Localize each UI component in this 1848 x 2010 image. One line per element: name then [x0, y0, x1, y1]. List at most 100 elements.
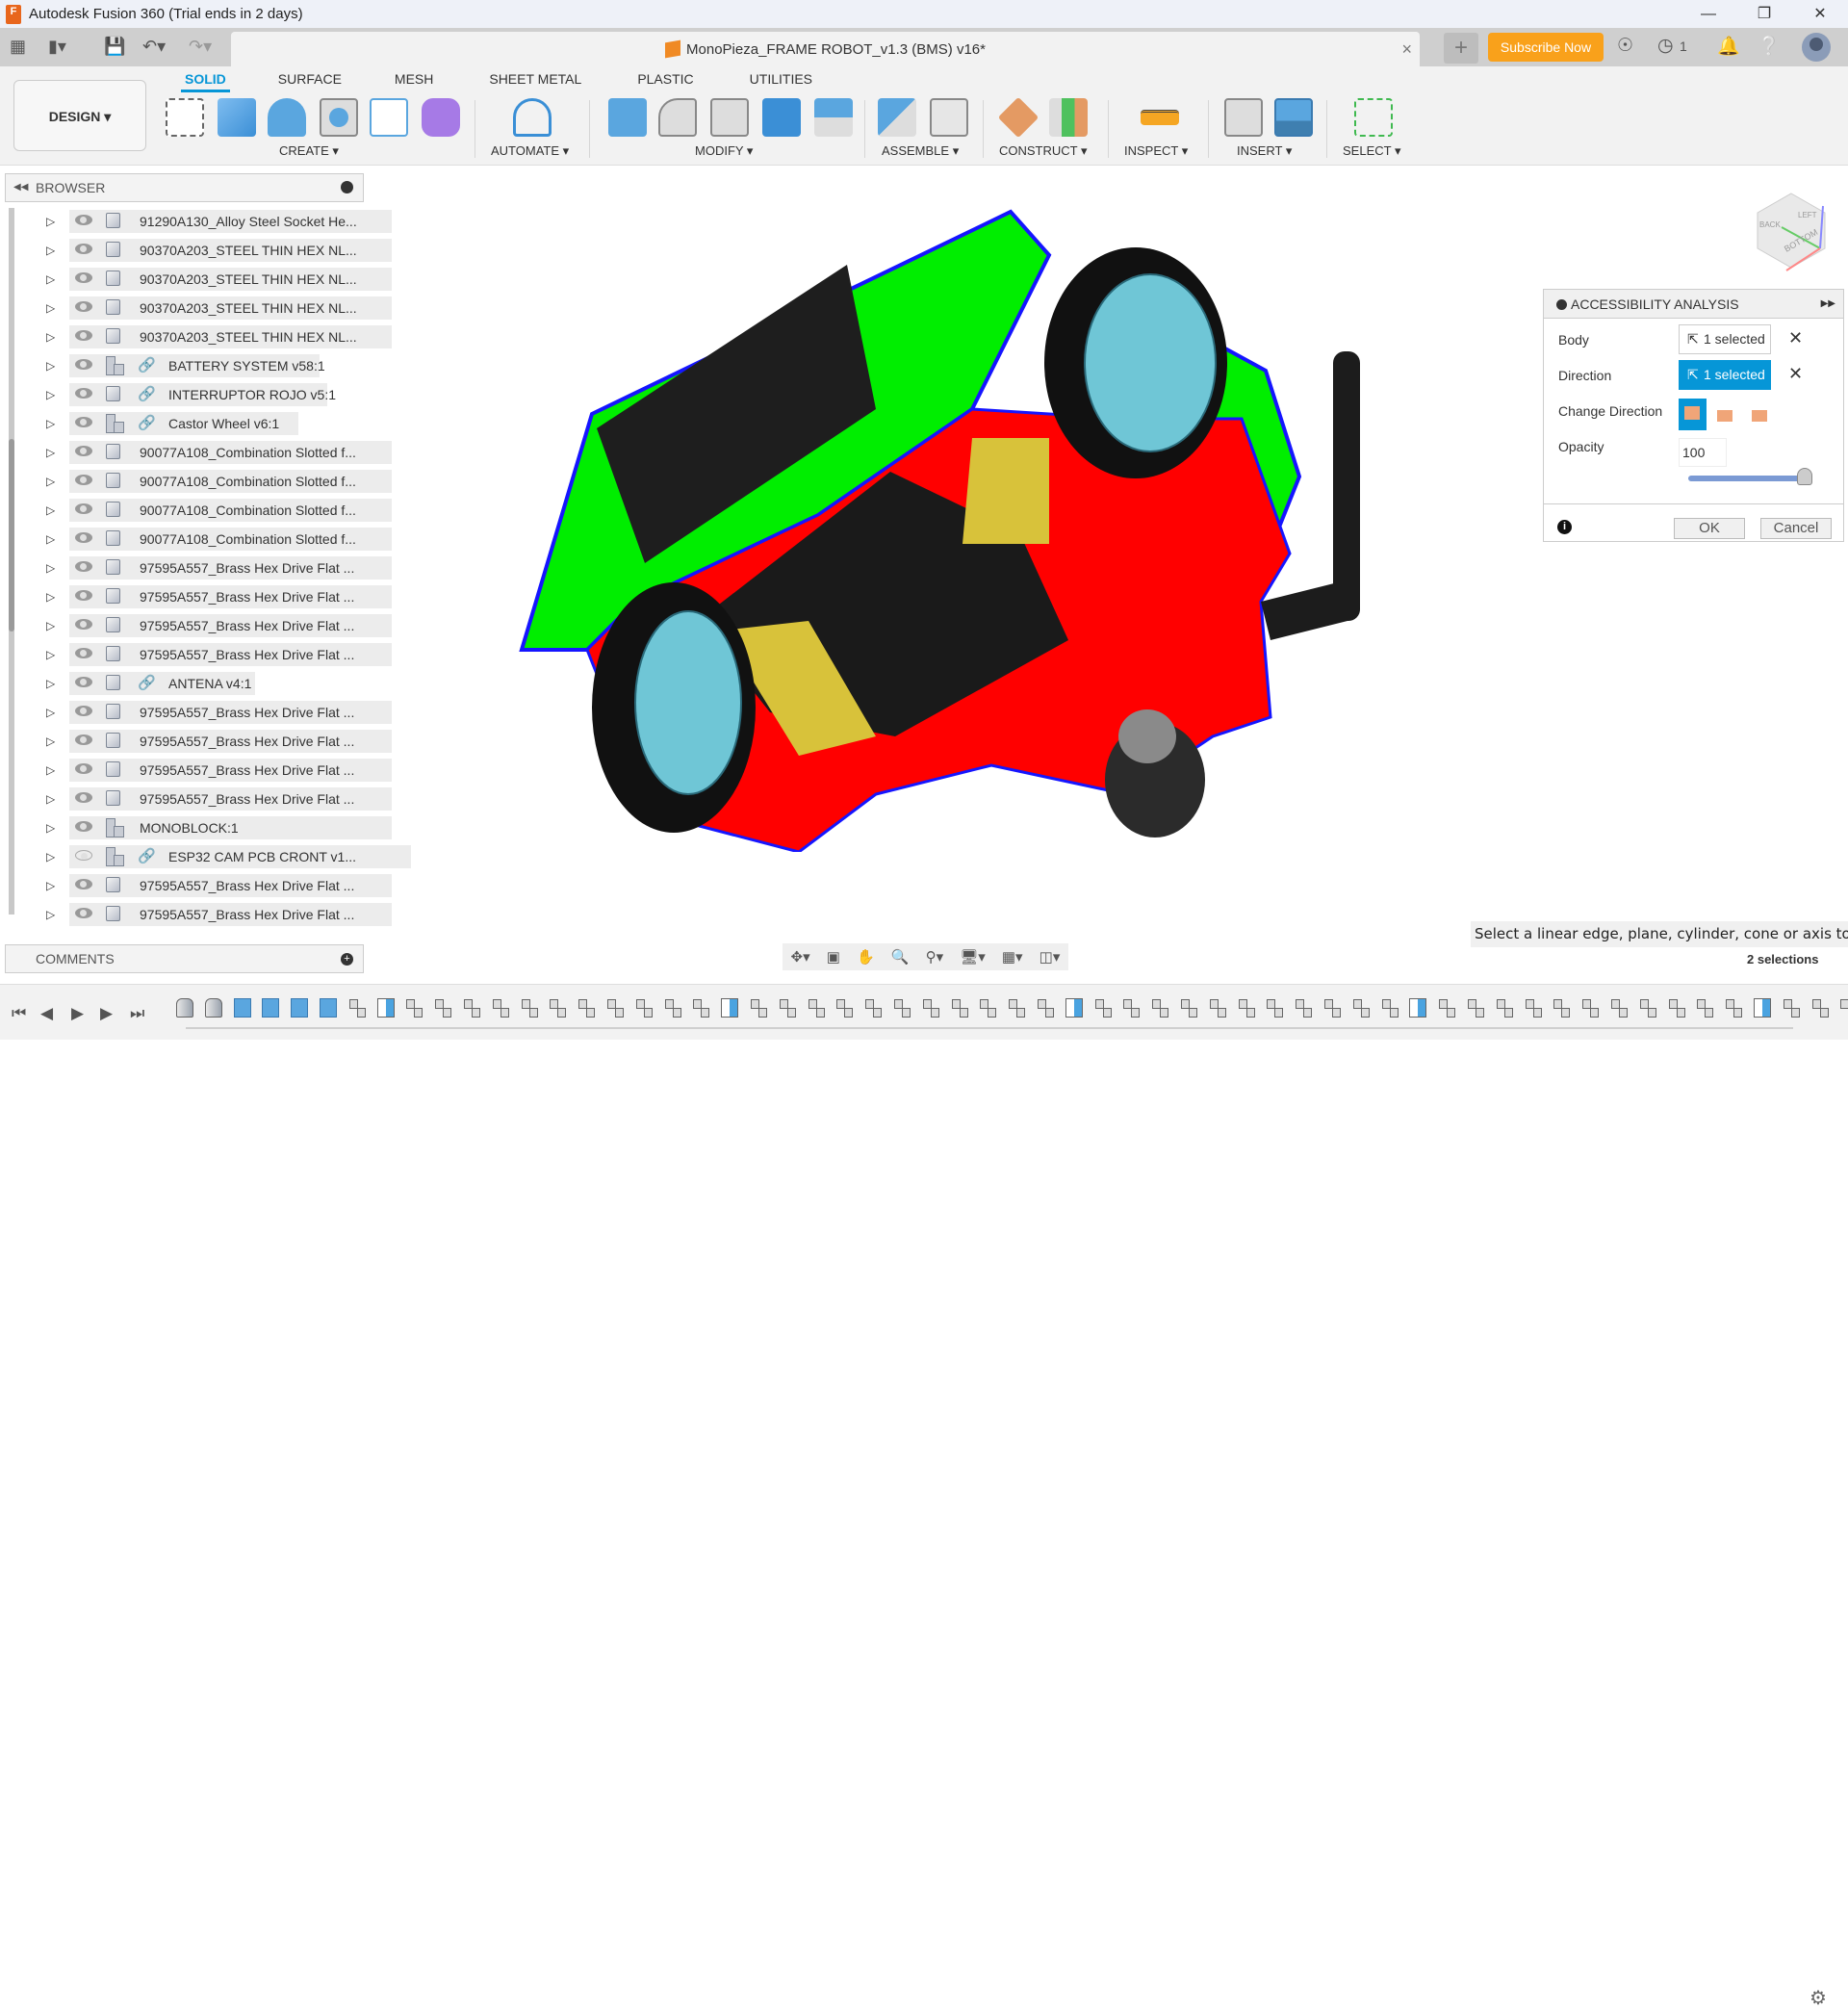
close-button[interactable]: ✕: [1792, 0, 1848, 28]
expand-arrow-icon[interactable]: ▷: [46, 359, 60, 373]
visibility-eye-icon[interactable]: [75, 359, 92, 370]
expand-arrow-icon[interactable]: ▷: [46, 734, 60, 748]
extensions-icon[interactable]: ☉: [1617, 35, 1633, 57]
visibility-eye-icon[interactable]: [75, 215, 92, 225]
expand-arrow-icon[interactable]: ▷: [46, 850, 60, 863]
visibility-eye-icon[interactable]: [75, 272, 92, 283]
hole-icon[interactable]: [320, 98, 358, 137]
visibility-eye-icon[interactable]: [75, 677, 92, 687]
expand-arrow-icon[interactable]: ▷: [46, 879, 60, 892]
subscribe-button[interactable]: Subscribe Now: [1488, 33, 1604, 62]
browser-item[interactable]: ▷ 90370A203_STEEL THIN HEX NL...: [38, 265, 392, 294]
create-sketch-icon[interactable]: [166, 98, 204, 137]
redo-icon[interactable]: ↷▾: [189, 37, 212, 57]
timeline-feature-joint-icon[interactable]: [549, 998, 567, 1018]
scrollbar-thumb[interactable]: [9, 439, 14, 631]
tab-utilities[interactable]: UTILITIES: [746, 71, 816, 92]
timeline-feature-joint-icon[interactable]: [893, 998, 911, 1018]
look-at-icon[interactable]: ▣: [827, 948, 840, 966]
split-body-icon[interactable]: [814, 98, 853, 137]
expand-arrow-icon[interactable]: ▷: [46, 648, 60, 661]
file-menu-icon[interactable]: ▮▾: [48, 37, 66, 57]
collapse-dialog-icon[interactable]: [1556, 299, 1567, 310]
timeline-feature-joint-icon[interactable]: [1525, 998, 1542, 1018]
offset-plane-icon[interactable]: [997, 96, 1040, 139]
visibility-eye-icon[interactable]: [75, 244, 92, 254]
timeline-feature-ext-icon[interactable]: [262, 998, 280, 1018]
construct-menu[interactable]: CONSTRUCT ▾: [999, 143, 1088, 159]
midplane-icon[interactable]: [1049, 98, 1088, 137]
timeline-settings-icon[interactable]: ⚙: [1810, 1986, 1827, 2010]
browser-item[interactable]: ▷ 97595A557_Brass Hex Drive Flat ...: [38, 582, 392, 611]
clear-body-selection-icon[interactable]: ✕: [1788, 328, 1803, 348]
browser-item[interactable]: ▷ 97595A557_Brass Hex Drive Flat ...: [38, 871, 392, 900]
opacity-slider-handle[interactable]: [1797, 468, 1812, 485]
timeline-feature-body-icon[interactable]: [176, 998, 193, 1018]
restore-button[interactable]: ❐: [1736, 0, 1792, 28]
hidden-eye-icon[interactable]: [75, 850, 92, 861]
expand-arrow-icon[interactable]: ▷: [46, 503, 60, 517]
apps-grid-icon[interactable]: ▦: [10, 37, 26, 57]
press-pull-icon[interactable]: [608, 98, 647, 137]
timeline-last-icon[interactable]: ⏭: [130, 1004, 144, 1023]
browser-item[interactable]: ▷ 97595A557_Brass Hex Drive Flat ...: [38, 756, 392, 785]
visibility-eye-icon[interactable]: [75, 648, 92, 658]
browser-item[interactable]: ▷ 90370A203_STEEL THIN HEX NL...: [38, 236, 392, 265]
undo-icon[interactable]: ↶▾: [142, 37, 166, 57]
insert-derive-icon[interactable]: [1224, 98, 1263, 137]
visibility-eye-icon[interactable]: [75, 706, 92, 716]
browser-scrollbar[interactable]: [9, 208, 14, 915]
zoom-icon[interactable]: 🔍: [891, 948, 910, 966]
direction-forward-icon[interactable]: [1713, 399, 1741, 430]
insert-menu[interactable]: INSERT ▾: [1237, 143, 1292, 159]
timeline-feature-plane-icon[interactable]: [376, 998, 395, 1018]
browser-item[interactable]: ▷ 97595A557_Brass Hex Drive Flat ...: [38, 640, 392, 669]
direction-reverse-icon[interactable]: [1748, 399, 1776, 430]
insert-canvas-icon[interactable]: [1274, 98, 1313, 137]
visibility-eye-icon[interactable]: [75, 417, 92, 427]
tab-solid[interactable]: SOLID: [181, 71, 230, 92]
timeline-feature-joint-icon[interactable]: [1209, 998, 1226, 1018]
timeline-feature-joint-icon[interactable]: [521, 998, 538, 1018]
fillet-icon[interactable]: [658, 98, 697, 137]
extrude-icon[interactable]: [218, 98, 256, 137]
ok-button[interactable]: OK: [1674, 518, 1745, 539]
timeline-feature-joint-icon[interactable]: [1610, 998, 1628, 1018]
comments-panel[interactable]: COMMENTS +: [5, 944, 364, 973]
visibility-eye-icon[interactable]: [75, 388, 92, 399]
job-status-icon[interactable]: ◷: [1657, 35, 1674, 57]
timeline-feature-joint-icon[interactable]: [979, 998, 997, 1018]
visibility-eye-icon[interactable]: [75, 590, 92, 601]
timeline-feature-joint-icon[interactable]: [1553, 998, 1571, 1018]
close-tab-icon[interactable]: ×: [1401, 39, 1412, 60]
expand-arrow-icon[interactable]: ▷: [46, 677, 60, 690]
timeline-feature-joint-icon[interactable]: [463, 998, 480, 1018]
viewcube-face-back[interactable]: BACK: [1759, 220, 1781, 229]
browser-item[interactable]: ▷ 🔗 Castor Wheel v6:1: [38, 409, 298, 438]
viewports-icon[interactable]: ◫▾: [1040, 948, 1061, 966]
browser-item[interactable]: ▷ 97595A557_Brass Hex Drive Flat ...: [38, 611, 392, 640]
timeline-feature-plane-icon[interactable]: [721, 998, 739, 1018]
measure-icon[interactable]: [1141, 110, 1179, 125]
visibility-eye-icon[interactable]: [75, 301, 92, 312]
browser-panel-header[interactable]: ◀◀ BROWSER: [5, 173, 364, 202]
timeline-feature-joint-icon[interactable]: [1467, 998, 1484, 1018]
timeline-feature-joint-icon[interactable]: [1783, 998, 1800, 1018]
automate-icon[interactable]: [513, 98, 552, 137]
timeline-feature-joint-icon[interactable]: [1811, 998, 1829, 1018]
browser-item[interactable]: ▷ 90077A108_Combination Slotted f...: [38, 467, 392, 496]
browser-item[interactable]: ▷ 90077A108_Combination Slotted f...: [38, 525, 392, 554]
document-tab[interactable]: MonoPieza_FRAME ROBOT_v1.3 (BMS) v16* ×: [231, 32, 1420, 66]
pan-icon[interactable]: ✋: [857, 948, 875, 966]
visibility-eye-icon[interactable]: [75, 446, 92, 456]
timeline-feature-joint-icon[interactable]: [578, 998, 596, 1018]
browser-item[interactable]: ▷ 🔗 ANTENA v4:1: [38, 669, 255, 698]
timeline-feature-joint-icon[interactable]: [1839, 998, 1848, 1018]
timeline-play-icon[interactable]: ▶: [71, 1004, 84, 1023]
timeline-feature-joint-icon[interactable]: [492, 998, 509, 1018]
revolve-icon[interactable]: [268, 98, 306, 137]
expand-dialog-icon[interactable]: ▶▶: [1821, 290, 1835, 319]
expand-arrow-icon[interactable]: ▷: [46, 446, 60, 459]
timeline-feature-plane-icon[interactable]: [1409, 998, 1427, 1018]
timeline-feature-joint-icon[interactable]: [434, 998, 452, 1018]
